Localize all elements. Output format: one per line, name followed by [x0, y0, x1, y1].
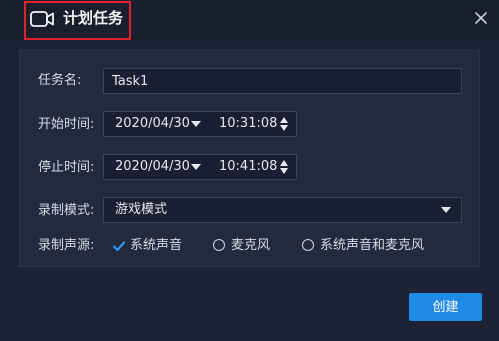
- start-time-spinner-icon[interactable]: [280, 117, 289, 132]
- checkmark-icon[interactable]: [112, 239, 126, 253]
- dialog-title: 计划任务: [63, 9, 124, 27]
- stop-time-label: 停止时间:: [38, 160, 95, 175]
- start-time-label: 开始时间:: [38, 117, 95, 132]
- spin-up-icon[interactable]: [280, 117, 288, 123]
- video-camera-icon: [30, 11, 54, 27]
- start-time-value[interactable]: 10:31:08: [219, 115, 277, 133]
- close-icon[interactable]: [473, 10, 489, 26]
- stop-time-spinner-icon[interactable]: [280, 160, 289, 175]
- stop-date-dropdown-icon[interactable]: [191, 164, 201, 170]
- stop-datetime-picker[interactable]: 2020/04/30 10:41:08: [103, 154, 297, 180]
- task-name-label: 任务名:: [38, 73, 82, 88]
- spin-up-icon[interactable]: [280, 160, 288, 166]
- radio-label: 麦克风: [231, 238, 271, 253]
- audio-source-label: 录制声源:: [38, 238, 95, 253]
- dialog-titlebar: 计划任务: [0, 0, 499, 40]
- start-date-dropdown-icon[interactable]: [191, 121, 201, 127]
- record-mode-select[interactable]: 游戏模式: [103, 197, 462, 223]
- task-name-input[interactable]: [103, 68, 462, 94]
- start-date-value[interactable]: 2020/04/30: [115, 115, 190, 133]
- create-button[interactable]: 创建: [409, 293, 482, 321]
- schedule-task-dialog: 计划任务 任务名: 开始时间: 2020/04/30 10:31:08 停止时间…: [0, 0, 499, 341]
- stop-time-value[interactable]: 10:41:08: [219, 158, 277, 176]
- spin-down-icon[interactable]: [280, 168, 288, 174]
- radio-circle-icon[interactable]: [302, 239, 314, 251]
- radio-label: 系统声音: [130, 238, 183, 253]
- stop-date-value[interactable]: 2020/04/30: [115, 158, 190, 176]
- chevron-down-icon[interactable]: [441, 207, 451, 213]
- radio-label: 系统声音和麦克风: [320, 238, 425, 253]
- start-datetime-picker[interactable]: 2020/04/30 10:31:08: [103, 111, 297, 137]
- spin-down-icon[interactable]: [280, 125, 288, 131]
- record-mode-value[interactable]: 游戏模式: [115, 201, 167, 219]
- record-mode-label: 录制模式:: [38, 203, 95, 218]
- radio-circle-icon[interactable]: [213, 239, 225, 251]
